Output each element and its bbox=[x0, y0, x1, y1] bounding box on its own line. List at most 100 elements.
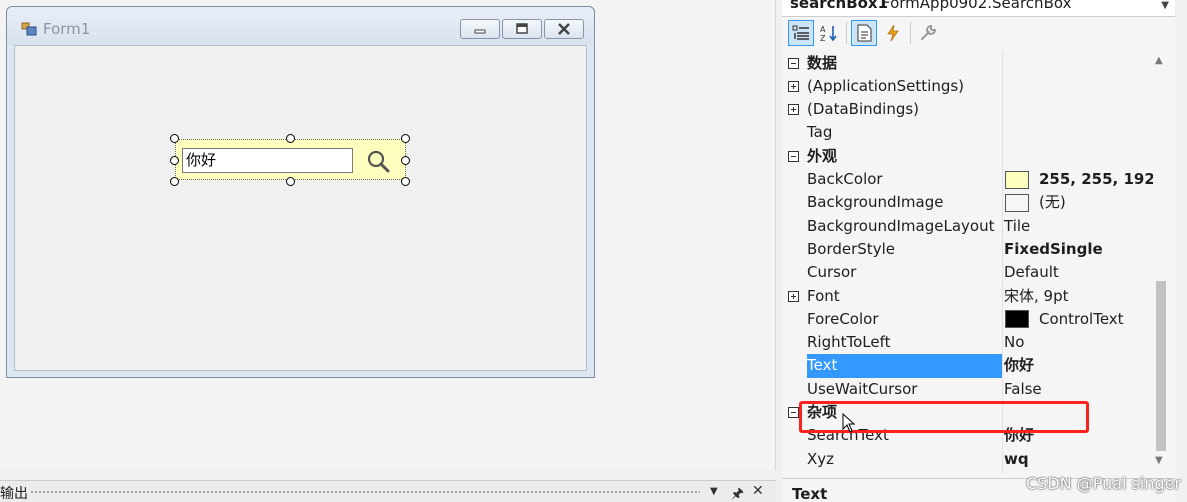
close-panel-icon[interactable]: ✕ bbox=[752, 483, 764, 499]
svg-text:A: A bbox=[820, 25, 826, 34]
object-selector[interactable]: searchBox1 FormApp0902.SearchBox ▼ bbox=[782, 0, 1175, 17]
property-row[interactable]: ForeColor ControlText bbox=[782, 308, 1153, 331]
property-name[interactable]: BackgroundImage bbox=[807, 191, 1002, 214]
resize-handle-mr[interactable] bbox=[401, 156, 410, 165]
property-pages-button[interactable] bbox=[915, 20, 941, 46]
property-value-cell[interactable] bbox=[1004, 75, 1153, 98]
row-gutter bbox=[782, 75, 804, 98]
category-row[interactable]: 外观 bbox=[782, 145, 1153, 168]
alphabetical-button[interactable]: A Z bbox=[816, 20, 842, 46]
property-row[interactable]: UseWaitCursor False bbox=[782, 378, 1153, 401]
color-swatch bbox=[1005, 170, 1029, 189]
property-value-cell[interactable] bbox=[1004, 121, 1153, 144]
dropdown-icon[interactable]: ▼ bbox=[710, 486, 718, 497]
properties-button[interactable] bbox=[851, 20, 877, 46]
property-name[interactable]: Xyz bbox=[807, 448, 1002, 471]
expand-plus-icon[interactable] bbox=[788, 290, 799, 302]
property-value-cell[interactable]: 255, 255, 192 bbox=[1004, 168, 1155, 191]
collapse-minus-icon[interactable] bbox=[788, 150, 799, 162]
property-value-cell[interactable]: (无) bbox=[1004, 191, 1153, 214]
searchbox-input[interactable]: 你好 bbox=[182, 148, 353, 173]
resize-handle-tr[interactable] bbox=[401, 134, 410, 143]
property-value-cell[interactable]: 你好 bbox=[1004, 354, 1153, 377]
property-name[interactable]: (DataBindings) bbox=[807, 98, 1002, 121]
output-grip[interactable] bbox=[30, 490, 700, 495]
property-name[interactable]: Cursor bbox=[807, 261, 1002, 284]
output-panel-bar[interactable]: 输出 ▼ 🖈 ✕ bbox=[0, 480, 776, 502]
collapse-minus-icon[interactable] bbox=[788, 57, 799, 69]
designer-surface[interactable]: Form1 你好 bbox=[0, 0, 776, 470]
categorized-button[interactable] bbox=[788, 20, 814, 46]
property-name[interactable]: Text bbox=[807, 354, 1002, 378]
property-name[interactable]: (ApplicationSettings) bbox=[807, 75, 1002, 98]
minimize-button[interactable] bbox=[460, 19, 500, 39]
property-row[interactable]: BackColor 255, 255, 192 bbox=[782, 168, 1155, 191]
category-row[interactable]: 数据 bbox=[782, 52, 1153, 75]
resize-handle-br[interactable] bbox=[401, 177, 410, 186]
property-name[interactable]: BorderStyle bbox=[807, 238, 1002, 261]
property-value-cell[interactable]: Tile bbox=[1004, 215, 1153, 238]
property-value-cell[interactable]: wq bbox=[1004, 448, 1153, 471]
expand-plus-icon[interactable] bbox=[788, 80, 799, 92]
property-row[interactable]: BackgroundImageLayout Tile bbox=[782, 215, 1153, 238]
property-row[interactable]: Font 宋体, 9pt bbox=[782, 285, 1153, 308]
form-window[interactable]: Form1 你好 bbox=[6, 6, 595, 378]
property-value-cell[interactable]: FixedSingle bbox=[1004, 238, 1153, 261]
pin-icon[interactable]: 🖈 bbox=[731, 483, 744, 502]
resize-handle-bl[interactable] bbox=[170, 177, 179, 186]
property-name[interactable]: RightToLeft bbox=[807, 331, 1002, 354]
property-value-cell[interactable]: False bbox=[1004, 378, 1153, 401]
property-grid[interactable]: 数据 (ApplicationSettings) (DataBindings) Tag… bbox=[782, 51, 1155, 473]
property-row[interactable]: (ApplicationSettings) bbox=[782, 75, 1153, 98]
property-value-cell[interactable]: Default bbox=[1004, 261, 1153, 284]
maximize-button[interactable] bbox=[502, 19, 542, 39]
chevron-down-icon[interactable]: ▼ bbox=[1161, 0, 1169, 11]
row-gutter bbox=[782, 238, 804, 261]
property-row[interactable]: Tag bbox=[782, 121, 1153, 144]
searchbox-control[interactable]: 你好 bbox=[175, 139, 406, 180]
row-gutter bbox=[782, 191, 804, 214]
property-value-cell[interactable] bbox=[1004, 98, 1153, 121]
property-name[interactable]: ForeColor bbox=[807, 308, 1002, 331]
form-icon bbox=[21, 22, 37, 36]
close-button[interactable] bbox=[544, 19, 584, 39]
property-value-cell[interactable]: ControlText bbox=[1004, 308, 1153, 331]
property-row[interactable]: BorderStyle FixedSingle bbox=[782, 238, 1153, 261]
resize-handle-tl[interactable] bbox=[170, 134, 179, 143]
property-row[interactable]: Xyz wq bbox=[782, 448, 1153, 471]
property-row[interactable]: BackgroundImage (无) bbox=[782, 191, 1153, 214]
property-value: Tile bbox=[1004, 216, 1031, 235]
property-grid-scrollbar[interactable]: ▲ ▼ bbox=[1153, 51, 1175, 473]
scroll-down-icon[interactable]: ▼ bbox=[1155, 455, 1163, 466]
color-swatch bbox=[1005, 310, 1029, 329]
resize-handle-ml[interactable] bbox=[170, 156, 179, 165]
property-name[interactable]: UseWaitCursor bbox=[807, 378, 1002, 401]
property-value: wq bbox=[1004, 449, 1029, 468]
resize-handle-tm[interactable] bbox=[286, 134, 295, 143]
collapse-minus-icon[interactable] bbox=[788, 407, 799, 418]
property-value-cell[interactable]: No bbox=[1004, 331, 1153, 354]
property-row[interactable]: Text 你好 bbox=[782, 354, 1153, 378]
form-titlebar[interactable]: Form1 bbox=[7, 7, 594, 45]
events-button[interactable] bbox=[880, 20, 906, 46]
category-label[interactable]: 数据 bbox=[807, 52, 1002, 75]
color-swatch bbox=[1005, 193, 1029, 212]
property-row[interactable]: (DataBindings) bbox=[782, 98, 1153, 121]
search-icon[interactable] bbox=[366, 149, 390, 173]
property-name[interactable]: Font bbox=[807, 285, 1002, 308]
scroll-thumb[interactable] bbox=[1156, 281, 1166, 451]
property-value: 你好 bbox=[1004, 356, 1035, 375]
category-label[interactable]: 外观 bbox=[807, 145, 1002, 168]
resize-handle-bm[interactable] bbox=[286, 177, 295, 186]
property-name[interactable]: Tag bbox=[807, 121, 1002, 144]
property-value: No bbox=[1004, 333, 1025, 352]
property-row[interactable]: RightToLeft No bbox=[782, 331, 1153, 354]
property-name[interactable]: BackColor bbox=[807, 168, 1002, 191]
property-name[interactable]: BackgroundImageLayout bbox=[807, 215, 1002, 238]
property-row[interactable]: Cursor Default bbox=[782, 261, 1153, 284]
form-client-area[interactable]: 你好 bbox=[14, 45, 587, 371]
maximize-icon bbox=[516, 23, 528, 34]
scroll-up-icon[interactable]: ▲ bbox=[1155, 55, 1163, 66]
property-value-cell[interactable]: 宋体, 9pt bbox=[1004, 285, 1153, 308]
expand-plus-icon[interactable] bbox=[788, 104, 799, 116]
